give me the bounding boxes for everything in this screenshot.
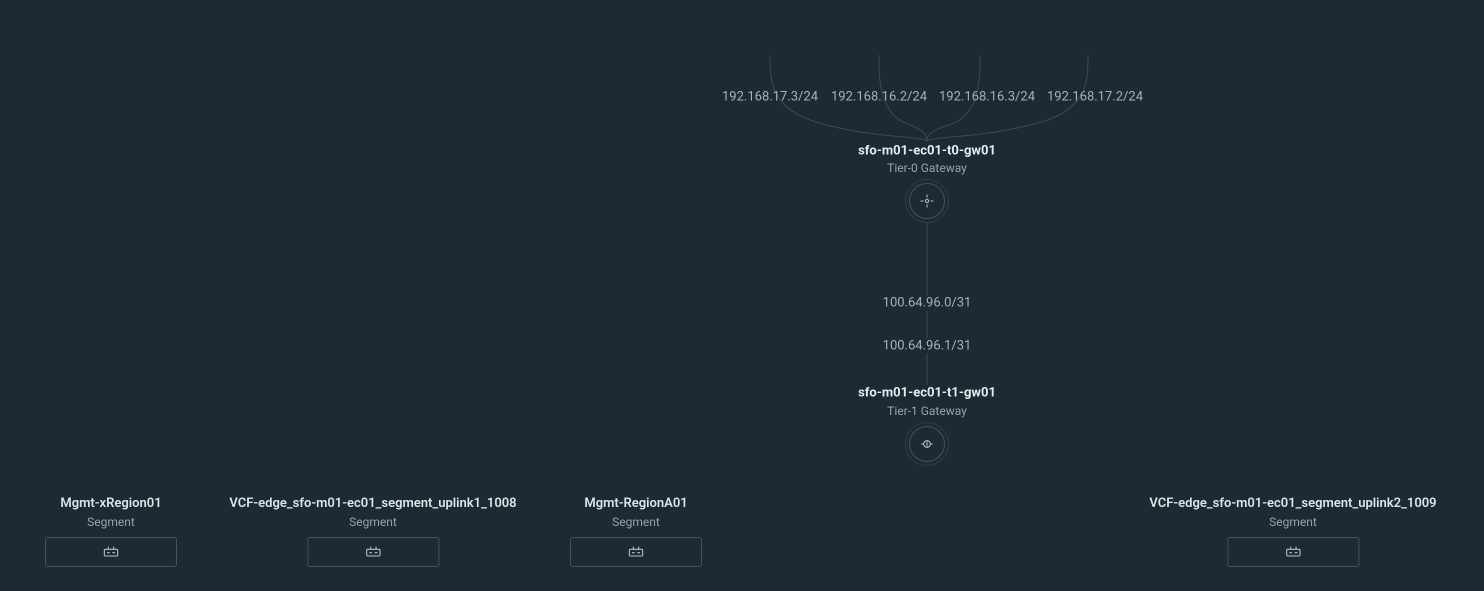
tier0-gateway-icon[interactable] [909,183,945,219]
segment-2: Mgmt-RegionA01 Segment [570,496,702,567]
topology-canvas: 192.168.17.3/24 192.168.16.2/24 192.168.… [0,0,1484,591]
link-ip-top: 100.64.96.0/31 [877,296,978,311]
tier0-name: sfo-m01-ec01-t0-gw01 [858,144,996,159]
segment-1: VCF-edge_sfo-m01-ec01_segment_uplink1_10… [229,496,516,567]
segment-1-button[interactable] [307,537,439,567]
segment-1-type: Segment [229,515,516,529]
segment-0: Mgmt-xRegion01 Segment [45,496,177,567]
uplink-ip-3: 192.168.17.2/24 [1047,90,1143,105]
uplink-ip-0: 192.168.17.3/24 [722,90,818,105]
uplink-ip-1: 192.168.16.2/24 [831,90,927,105]
tier1-name: sfo-m01-ec01-t1-gw01 [858,386,996,401]
segment-icon [103,545,119,559]
segment-0-type: Segment [45,515,177,529]
segment-icon [1285,545,1301,559]
segment-0-button[interactable] [45,537,177,567]
segment-icon [628,545,644,559]
segment-2-button[interactable] [570,537,702,567]
tier1-gateway-icon[interactable] [909,426,945,462]
segment-2-type: Segment [570,515,702,529]
segment-3: VCF-edge_sfo-m01-ec01_segment_uplink2_10… [1149,496,1436,567]
segment-0-name: Mgmt-xRegion01 [45,496,177,511]
tier0-router-icon [919,193,935,209]
segment-2-name: Mgmt-RegionA01 [570,496,702,511]
segment-3-button[interactable] [1227,537,1359,567]
link-ip-bottom: 100.64.96.1/31 [877,339,978,354]
uplink-ip-2: 192.168.16.3/24 [939,90,1035,105]
segment-3-type: Segment [1149,515,1436,529]
tier0-type: Tier-0 Gateway [887,161,967,175]
tier1-router-icon [919,436,935,452]
tier1-type: Tier-1 Gateway [887,404,967,418]
segment-3-name: VCF-edge_sfo-m01-ec01_segment_uplink2_10… [1149,496,1436,511]
segment-icon [365,545,381,559]
segment-1-name: VCF-edge_sfo-m01-ec01_segment_uplink1_10… [229,496,516,511]
